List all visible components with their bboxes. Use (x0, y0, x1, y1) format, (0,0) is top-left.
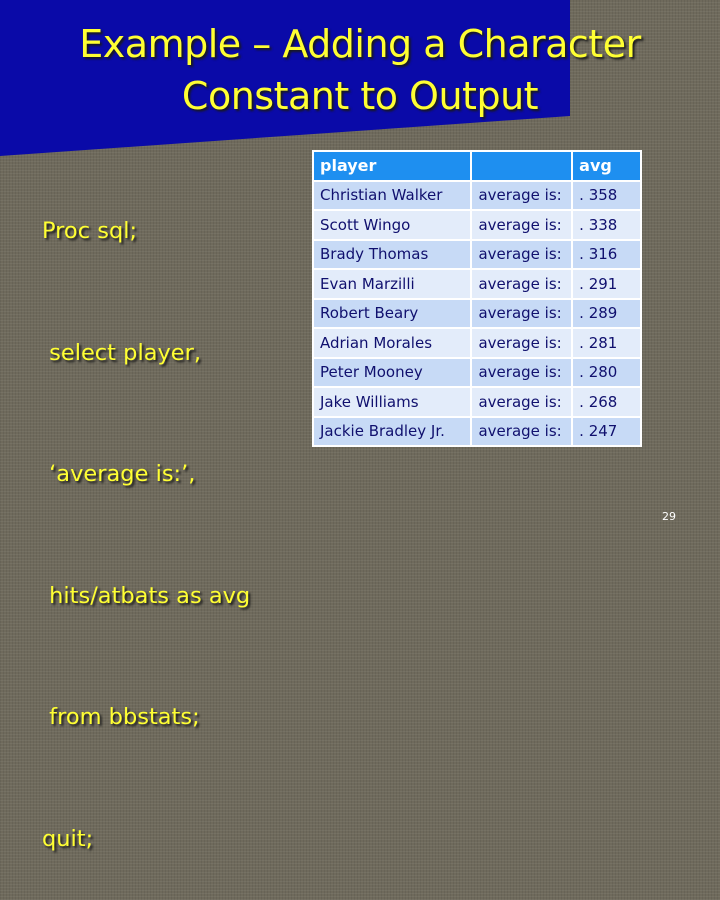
page-number: 29 (662, 510, 676, 523)
slide-title-line-2: Constant to Output (181, 74, 539, 118)
header-player: player (314, 152, 471, 180)
header-constant (472, 152, 572, 180)
cell-avg: . 247 (573, 417, 640, 445)
cell-avg: . 280 (573, 358, 640, 386)
cell-avg: . 316 (573, 240, 640, 268)
code-line: hits/atbats as avg (42, 582, 251, 609)
output-table: player avg Christian Walker average is:. … (312, 150, 642, 447)
cell-avg: . 358 (573, 181, 640, 209)
cell-avg: . 291 (573, 270, 640, 298)
header-avg: avg (573, 152, 640, 180)
table-row: Robert Beary average is:. 289 (314, 299, 640, 327)
cell-player: Christian Walker (314, 181, 471, 209)
cell-constant: average is: (472, 329, 572, 357)
code-line: select player, (42, 339, 202, 366)
cell-player: Scott Wingo (314, 211, 471, 239)
cell-constant: average is: (472, 211, 572, 239)
cell-avg: . 281 (573, 329, 640, 357)
cell-player: Peter Mooney (314, 358, 471, 386)
cell-player: Adrian Morales (314, 329, 471, 357)
table-row: Jake Williams average is:. 268 (314, 388, 640, 416)
cell-player: Robert Beary (314, 299, 471, 327)
cell-constant: average is: (472, 240, 572, 268)
cell-constant: average is: (472, 358, 572, 386)
cell-avg: . 338 (573, 211, 640, 239)
code-line: Proc sql; (42, 218, 138, 244)
cell-constant: average is: (472, 299, 572, 327)
table-row: Adrian Morales average is:. 281 (314, 329, 640, 357)
cell-player: Jackie Bradley Jr. (314, 417, 471, 445)
slide-title: Example – Adding a Character Constant to… (0, 18, 720, 122)
cell-player: Jake Williams (314, 388, 471, 416)
cell-avg: . 289 (573, 299, 640, 327)
table-row: Brady Thomas average is:. 316 (314, 240, 640, 268)
table-row: Jackie Bradley Jr. average is:. 247 (314, 417, 640, 445)
cell-constant: average is: (472, 417, 572, 445)
table-row: Scott Wingo average is:. 338 (314, 211, 640, 239)
code-line: quit; (42, 825, 94, 852)
cell-constant: average is: (472, 388, 572, 416)
code-line: ‘average is:’, (42, 461, 196, 487)
cell-constant: average is: (472, 270, 572, 298)
table-row: Peter Mooney average is:. 280 (314, 358, 640, 386)
cell-player: Brady Thomas (314, 240, 471, 268)
table-row: Evan Marzilli average is:. 291 (314, 270, 640, 298)
code-line: from bbstats; (42, 704, 200, 730)
cell-player: Evan Marzilli (314, 270, 471, 298)
cell-constant: average is: (472, 181, 572, 209)
table-header-row: player avg (314, 152, 640, 180)
sql-code-block: Proc sql; select player, ‘average is:’, … (42, 130, 250, 900)
table-row: Christian Walker average is:. 358 (314, 181, 640, 209)
slide-title-line-1: Example – Adding a Character (79, 22, 641, 66)
cell-avg: . 268 (573, 388, 640, 416)
